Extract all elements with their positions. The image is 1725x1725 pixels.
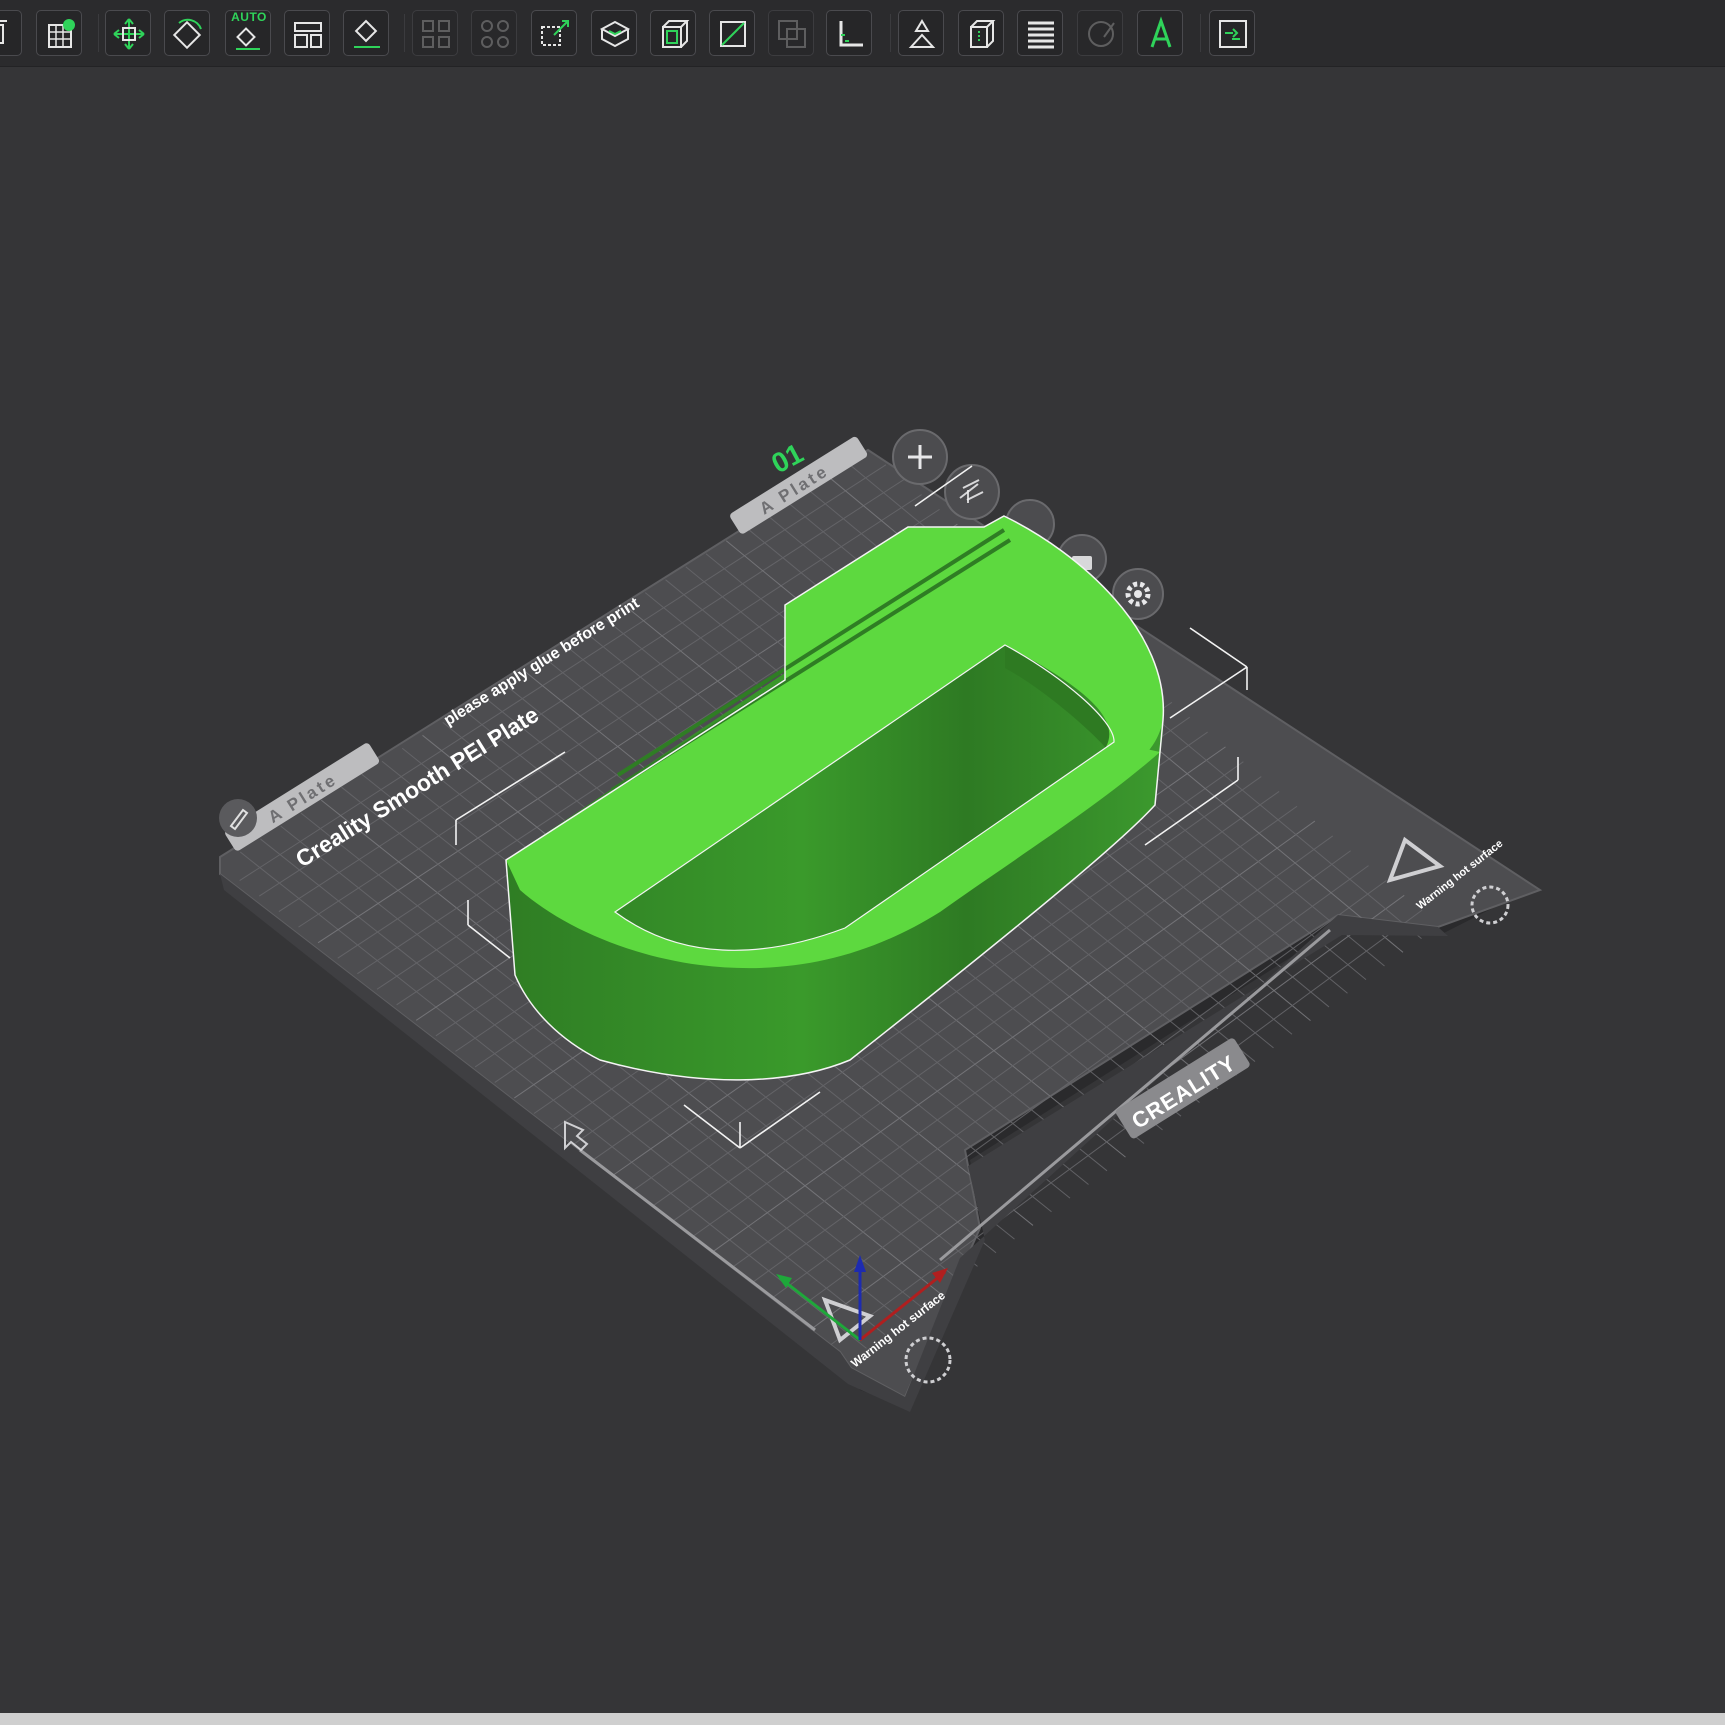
box-button[interactable] — [650, 10, 696, 56]
arrange-button[interactable] — [284, 10, 330, 56]
color-paint-button[interactable] — [1077, 10, 1123, 56]
place-on-bed-icon — [599, 20, 631, 48]
arrange-plate-button[interactable] — [944, 464, 1000, 520]
text-icon — [1150, 16, 1172, 48]
rotate-icon — [172, 18, 202, 50]
move-icon — [113, 18, 145, 50]
add-object-button[interactable] — [0, 10, 22, 56]
toolbar-separator — [404, 14, 405, 52]
add-plate-button[interactable] — [892, 429, 948, 485]
lay-on-face-icon — [354, 19, 380, 48]
cut-icon — [720, 21, 746, 47]
variable-layer-button[interactable] — [1017, 10, 1063, 56]
toolbar-separator — [890, 14, 891, 52]
seam-paint-button[interactable] — [958, 10, 1004, 56]
edit-plate-name-icon[interactable] — [219, 799, 257, 837]
scale-icon — [541, 20, 569, 46]
auto-orient-button[interactable]: AUTO — [225, 10, 271, 56]
split-parts-icon — [481, 20, 509, 48]
place-on-bed-button[interactable] — [591, 10, 637, 56]
arrange-icon — [294, 22, 322, 48]
color-paint-icon — [1088, 21, 1115, 47]
assembly-button[interactable] — [1209, 10, 1255, 56]
add-plate-icon — [48, 19, 75, 48]
main-toolbar: AUTO — [0, 0, 1725, 67]
support-paint-button[interactable] — [898, 10, 944, 56]
boolean-icon — [778, 20, 806, 48]
toolbar-separator — [1200, 14, 1201, 52]
boolean-button[interactable] — [768, 10, 814, 56]
rotate-button[interactable] — [164, 10, 210, 56]
assembly-icon — [1219, 20, 1247, 48]
lay-on-face-button[interactable] — [343, 10, 389, 56]
measure-button[interactable] — [826, 10, 872, 56]
measure-icon — [839, 21, 863, 47]
toolbar-separator — [98, 14, 99, 52]
text-button[interactable] — [1137, 10, 1183, 56]
add-plate-button[interactable] — [36, 10, 82, 56]
split-objects-button[interactable] — [412, 10, 458, 56]
box-icon — [662, 20, 690, 48]
move-button[interactable] — [105, 10, 151, 56]
3d-viewport[interactable]: A Plate A Plate Creality Smooth PEI Plat… — [0, 66, 1725, 1711]
status-strip — [0, 1713, 1725, 1725]
auto-badge: AUTO — [231, 10, 267, 24]
add-object-icon — [0, 20, 7, 44]
scale-button[interactable] — [531, 10, 577, 56]
cut-button[interactable] — [709, 10, 755, 56]
seam-paint-icon — [970, 20, 996, 48]
support-paint-icon — [908, 19, 936, 48]
split-objects-icon — [422, 20, 450, 48]
split-parts-button[interactable] — [471, 10, 517, 56]
variable-layer-icon — [1028, 21, 1054, 49]
